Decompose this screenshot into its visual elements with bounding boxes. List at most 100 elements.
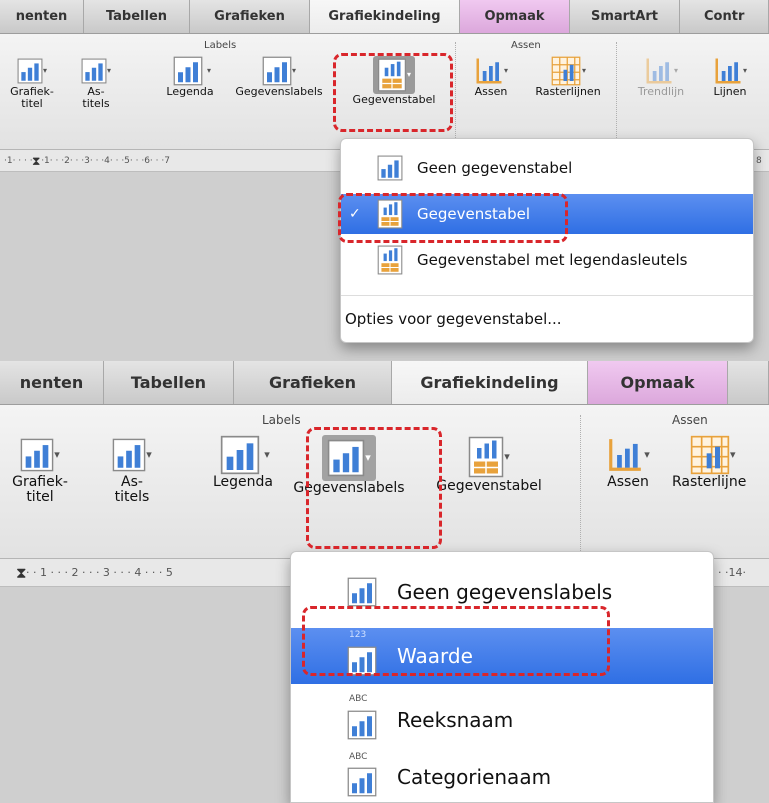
axes-icon bbox=[474, 56, 504, 86]
dropdown-arrow-icon: ▾ bbox=[264, 448, 270, 462]
menu-item-gegevenstabel-met-legendasleutels[interactable]: Gegevenstabel met legendasleutels bbox=[341, 240, 753, 280]
button-label: Grafiek- titel bbox=[10, 85, 54, 110]
dropdown-arrow-icon: ▾ bbox=[106, 65, 111, 75]
tab-onderdelen[interactable]: nenten bbox=[0, 0, 84, 33]
tab-label: Tabellen bbox=[130, 373, 207, 392]
legenda-button[interactable]: ▾ Legenda bbox=[160, 56, 220, 98]
astitels-button[interactable]: ▾ As- titels bbox=[68, 56, 124, 109]
dropdown-arrow-icon: ▾ bbox=[730, 448, 736, 462]
rasterlijnen-button[interactable]: ▾ Rasterlijnen bbox=[526, 56, 610, 98]
indent-marker-icon[interactable]: ⧗ bbox=[32, 150, 40, 171]
button-label: Lijnen bbox=[713, 85, 747, 98]
ribbon-tab-bar: nenten Tabellen Grafieken Grafiekindelin… bbox=[0, 0, 769, 34]
ruler-scale-right: 8 bbox=[756, 156, 762, 166]
button-label: Gegevenstabel bbox=[436, 478, 542, 494]
menu-item-reeksnaam[interactable]: ABC Reeksnaam bbox=[291, 692, 713, 748]
chart-series-name-icon bbox=[347, 710, 377, 740]
gegevenslabels-button[interactable]: ▾ Gegevenslabels bbox=[232, 56, 326, 98]
tab-smartart[interactable]: SmartArt bbox=[570, 0, 680, 33]
group-divider bbox=[616, 42, 617, 142]
button-label: Gegevenslabels bbox=[235, 85, 323, 98]
gridlines-icon bbox=[690, 435, 730, 475]
tab-label: SmartArt bbox=[591, 9, 658, 24]
button-label: As- titels bbox=[82, 85, 110, 110]
dropdown-arrow-icon: ▾ bbox=[581, 65, 586, 75]
category-sublabel: ABC bbox=[349, 752, 368, 762]
tab-tabellen[interactable]: Tabellen bbox=[104, 361, 234, 404]
ruler-scale-right: · ·14· bbox=[718, 566, 746, 579]
ruler-scale: · · 1 · · · 2 · · · 3 · · · 4 · · · 5 bbox=[26, 566, 173, 579]
lines-icon bbox=[713, 56, 743, 86]
button-label: Assen bbox=[607, 474, 649, 490]
highlight-gegevenslabels-button bbox=[306, 427, 442, 549]
group-divider bbox=[580, 415, 581, 551]
tab-label: Opmaak bbox=[484, 9, 545, 24]
highlight-gegevenstabel-button bbox=[333, 53, 453, 132]
grafiektitel-button[interactable]: ▾ Grafiek- titel bbox=[4, 435, 76, 504]
tab-overflow bbox=[728, 361, 769, 404]
trendlijn-button[interactable]: ▾ Trendlijn bbox=[628, 56, 694, 98]
axes-icon bbox=[606, 435, 644, 475]
indent-marker-icon[interactable]: ⧗ bbox=[16, 559, 27, 586]
dropdown-arrow-icon: ▾ bbox=[54, 448, 60, 462]
dropdown-arrow-icon: ▾ bbox=[673, 65, 678, 75]
lijnen-button[interactable]: ▾ Lijnen bbox=[700, 56, 760, 98]
axis-titles-icon bbox=[112, 435, 146, 475]
astitels-button[interactable]: ▾ As- titels bbox=[96, 435, 168, 504]
menu-item-label: Categorienaam bbox=[397, 765, 552, 789]
button-label: Grafiek- titel bbox=[12, 474, 68, 505]
dropdown-arrow-icon: ▾ bbox=[503, 65, 508, 75]
chart-no-table-icon bbox=[377, 155, 403, 181]
legenda-button[interactable]: ▾ Legenda bbox=[206, 435, 280, 490]
highlight-gegevenstabel-item bbox=[338, 193, 568, 243]
grafiektitel-button[interactable]: ▾ Grafiek- titel bbox=[4, 56, 60, 109]
menu-item-label: Geen gegevenslabels bbox=[397, 580, 613, 604]
tab-tabellen[interactable]: Tabellen bbox=[84, 0, 190, 33]
button-label: Legenda bbox=[166, 85, 214, 98]
button-label: Trendlijn bbox=[637, 85, 685, 98]
series-sublabel: ABC bbox=[349, 694, 368, 704]
menu-item-label: Geen gegevenstabel bbox=[417, 159, 573, 177]
button-label: As- titels bbox=[114, 474, 150, 505]
tab-grafiekindeling[interactable]: Grafiekindeling bbox=[392, 361, 588, 404]
assen-button[interactable]: ▾ Assen bbox=[596, 435, 660, 490]
chart-no-labels-icon bbox=[347, 577, 377, 607]
tab-grafieken[interactable]: Grafieken bbox=[234, 361, 392, 404]
axis-titles-icon bbox=[81, 56, 107, 86]
group-label-assen: Assen bbox=[511, 40, 541, 51]
tab-opmaak[interactable]: Opmaak bbox=[460, 0, 570, 33]
tab-grafieken[interactable]: Grafieken bbox=[190, 0, 310, 33]
group-label-labels: Labels bbox=[204, 40, 237, 51]
menu-item-geen-gegevenstabel[interactable]: Geen gegevenstabel bbox=[341, 149, 753, 187]
bottom-screenshot-panel: nenten Tabellen Grafieken Grafiekindelin… bbox=[0, 361, 769, 803]
tab-onderdelen[interactable]: nenten bbox=[0, 361, 104, 404]
chart-title-icon bbox=[17, 56, 43, 86]
tab-label: Contr bbox=[704, 9, 745, 24]
gridlines-icon bbox=[550, 56, 582, 86]
dropdown-arrow-icon: ▾ bbox=[644, 448, 650, 462]
tab-label: Grafiekindeling bbox=[328, 9, 441, 24]
menu-item-label: Gegevenstabel met legendasleutels bbox=[417, 251, 688, 269]
menu-item-label: Opties voor gegevenstabel... bbox=[345, 310, 562, 328]
gegevenstabel-button[interactable]: ▾ Gegevenstabel bbox=[430, 435, 548, 494]
tab-opmaak[interactable]: Opmaak bbox=[588, 361, 728, 404]
tab-label: Grafieken bbox=[269, 373, 356, 392]
assen-button[interactable]: ▾ Assen bbox=[466, 56, 516, 98]
legend-icon bbox=[216, 435, 264, 475]
chart-category-name-icon bbox=[347, 767, 377, 797]
tab-label: Grafieken bbox=[214, 9, 285, 24]
button-label: Rasterlijnen bbox=[535, 85, 601, 98]
tab-grafiekindeling[interactable]: Grafiekindeling bbox=[310, 0, 460, 33]
chart-data-table-legend-icon bbox=[377, 245, 403, 275]
menu-item-categorienaam[interactable]: ABC Categorienaam bbox=[291, 750, 713, 803]
legend-icon bbox=[169, 56, 207, 86]
data-labels-dropdown-menu: Geen gegevenslabels 123 Waarde ABC Reeks… bbox=[290, 551, 714, 803]
top-screenshot-panel: nenten Tabellen Grafieken Grafiekindelin… bbox=[0, 0, 769, 361]
trendline-icon bbox=[644, 56, 674, 86]
menu-item-opties-voor-gegevenstabel[interactable]: Opties voor gegevenstabel... bbox=[341, 303, 753, 335]
tab-controls[interactable]: Contr bbox=[680, 0, 769, 33]
dropdown-arrow-icon: ▾ bbox=[742, 65, 747, 75]
rasterlijnen-button[interactable]: ▾ Rasterlijne bbox=[666, 435, 769, 490]
dropdown-arrow-icon: ▾ bbox=[146, 448, 152, 462]
tab-label: Opmaak bbox=[620, 373, 695, 392]
